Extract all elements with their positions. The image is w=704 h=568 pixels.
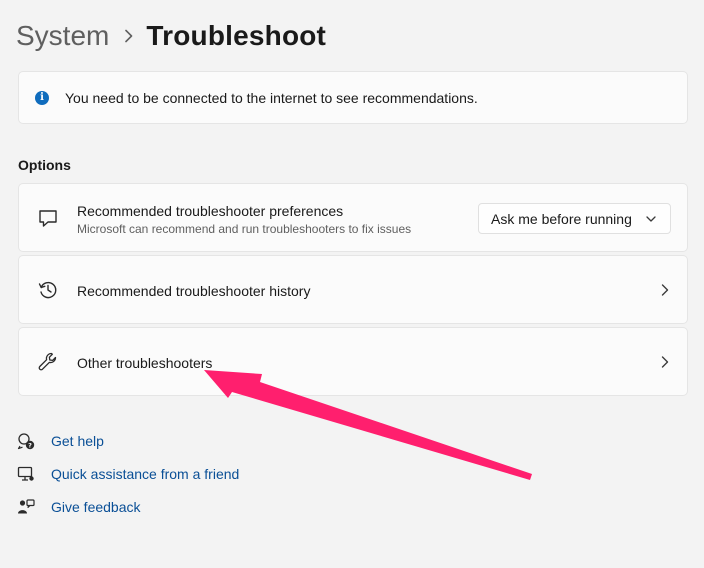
history-icon	[36, 278, 60, 302]
troubleshooter-history-card[interactable]: Recommended troubleshooter history	[18, 255, 688, 324]
page-title: Troubleshoot	[146, 20, 327, 51]
chevron-right-icon	[124, 29, 133, 43]
breadcrumb-system[interactable]: System	[16, 20, 109, 52]
wrench-icon	[36, 350, 60, 374]
help-links: ? Get help Quick assistance from a frien…	[16, 424, 239, 523]
info-text: You need to be connected to the internet…	[65, 89, 478, 106]
give-feedback-link[interactable]: Give feedback	[16, 490, 239, 523]
other-troubleshooters-title: Other troubleshooters	[77, 355, 213, 371]
svg-text:?: ?	[28, 441, 32, 449]
get-help-label[interactable]: Get help	[51, 433, 104, 449]
preferences-description: Microsoft can recommend and run troubles…	[77, 222, 412, 236]
preferences-dropdown[interactable]: Ask me before running	[478, 203, 671, 234]
help-icon: ?	[16, 431, 36, 451]
quick-assistance-link[interactable]: Quick assistance from a friend	[16, 457, 239, 490]
chevron-right-icon	[661, 283, 669, 296]
quick-assistance-label[interactable]: Quick assistance from a friend	[51, 466, 239, 482]
quick-assist-icon	[16, 464, 36, 484]
preferences-title: Recommended troubleshooter preferences	[77, 203, 344, 219]
other-troubleshooters-card[interactable]: Other troubleshooters	[18, 327, 688, 396]
give-feedback-label[interactable]: Give feedback	[51, 499, 141, 515]
info-icon: i	[35, 90, 49, 105]
breadcrumb: System Troubleshoot	[16, 14, 326, 58]
get-help-link[interactable]: ? Get help	[16, 424, 239, 457]
options-heading: Options	[18, 157, 71, 173]
troubleshooter-preferences-card: Recommended troubleshooter preferences M…	[18, 183, 688, 252]
chevron-right-icon	[661, 355, 669, 368]
chevron-down-icon	[646, 215, 656, 222]
feedback-icon	[16, 497, 36, 517]
chat-bubble-icon	[36, 206, 60, 230]
history-title: Recommended troubleshooter history	[77, 283, 311, 299]
internet-info-banner: i You need to be connected to the intern…	[18, 71, 688, 124]
dropdown-value: Ask me before running	[491, 210, 632, 227]
